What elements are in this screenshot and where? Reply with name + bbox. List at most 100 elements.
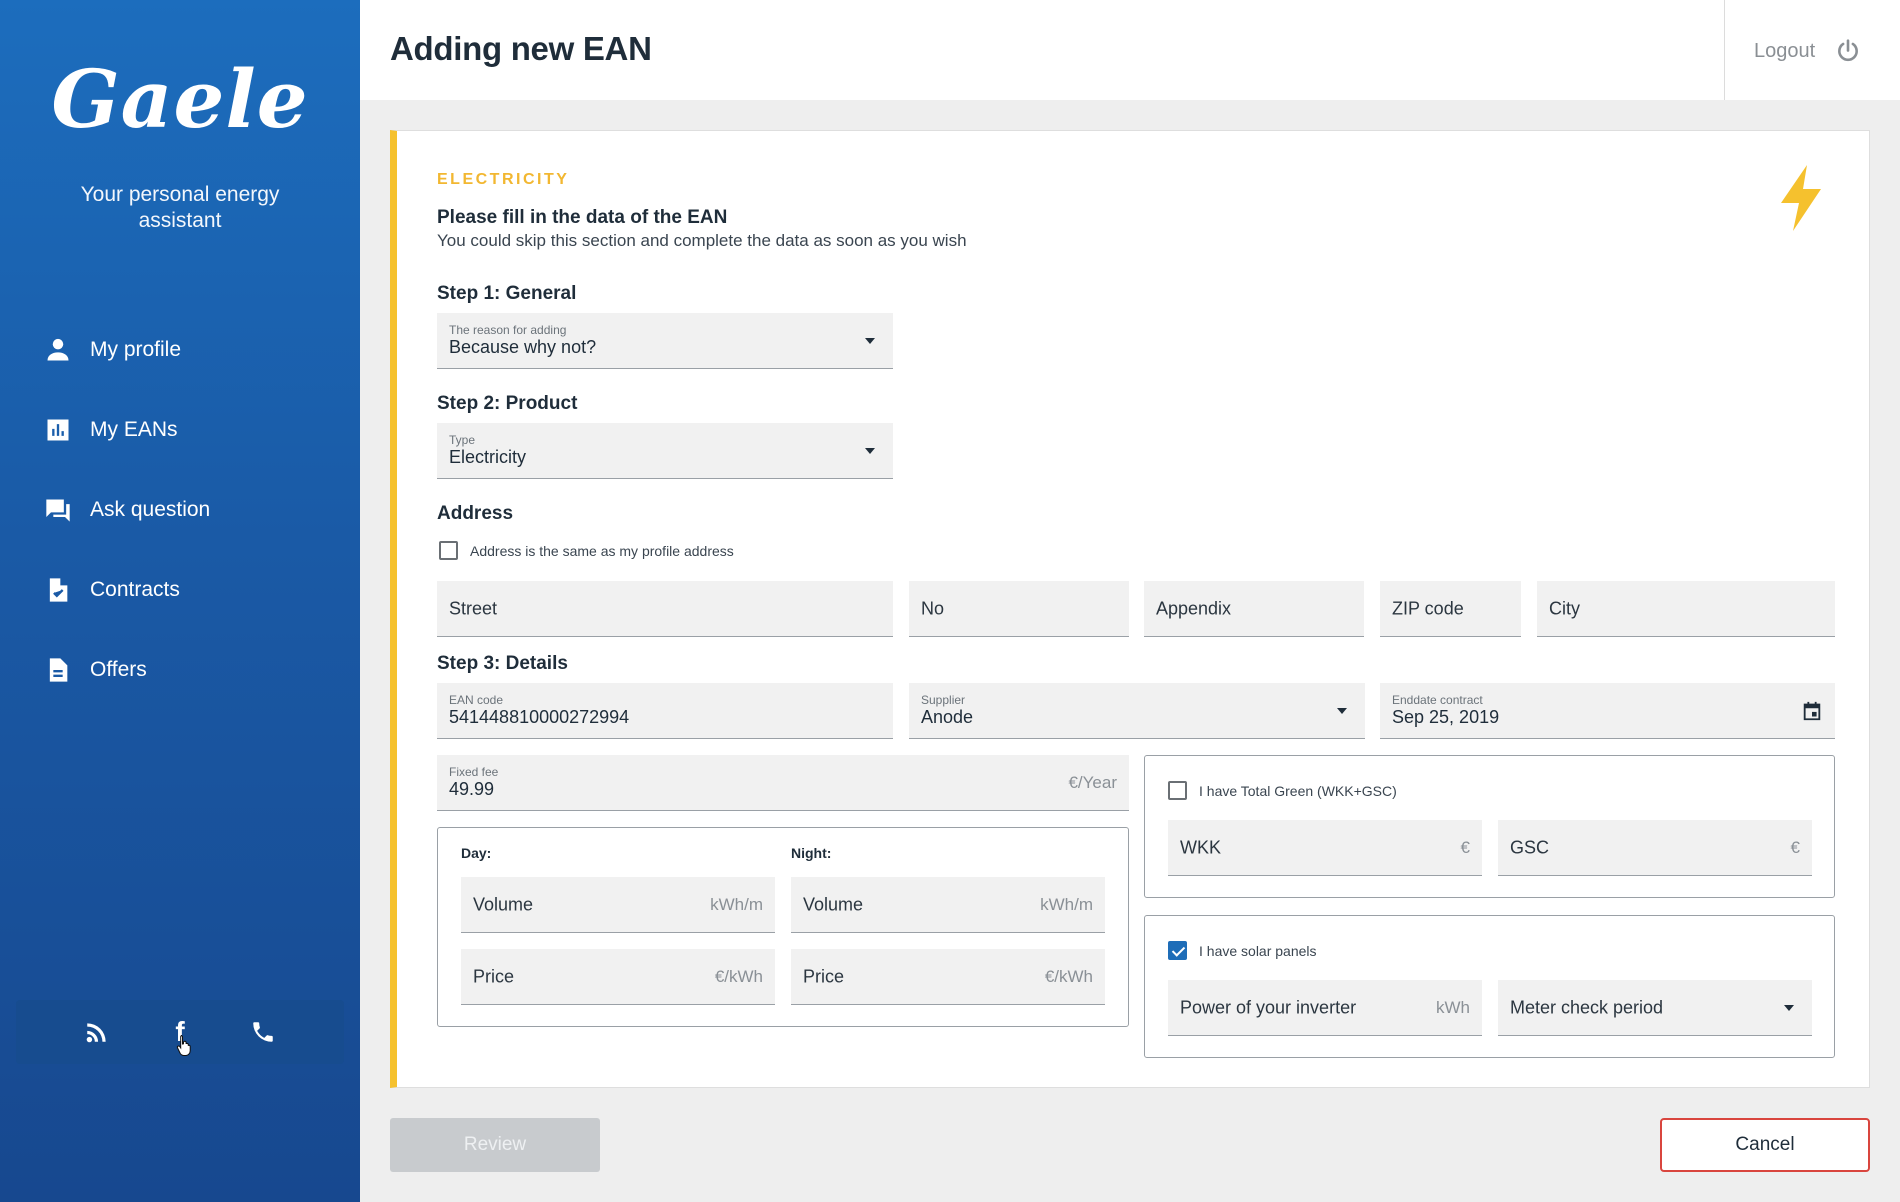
power-icon (1838, 39, 1859, 62)
supplier-label: Supplier (921, 693, 966, 707)
document-icon (49, 658, 68, 682)
sidebar-item-label: My profile (90, 338, 182, 361)
appendix-input[interactable]: Appendix (1144, 581, 1364, 637)
rss-icon (87, 1023, 106, 1043)
dropdown-caret-icon (1337, 707, 1347, 714)
sidebar-item-my-profile[interactable]: My profile (0, 330, 360, 370)
chat-icon (46, 499, 70, 522)
euro-unit: € (1460, 837, 1470, 857)
number-placeholder: No (921, 598, 945, 618)
price-placeholder: Price (473, 966, 515, 986)
same-address-checkbox[interactable]: Address is the same as my profile addres… (439, 541, 734, 560)
enddate-input[interactable]: Enddate contract Sep 25, 2019 (1380, 683, 1835, 739)
total-green-checkbox[interactable]: I have Total Green (WKK+GSC) (1168, 781, 1397, 800)
day-night-group: Day: Night: Volume kWh/m Volume kWh/m Pr… (437, 827, 1129, 1027)
step1-title: Step 1: General (437, 283, 577, 304)
dropdown-caret-icon (865, 447, 875, 454)
phone-link[interactable] (246, 1015, 280, 1049)
rss-link[interactable] (80, 1015, 114, 1049)
calendar-icon[interactable] (1801, 700, 1823, 722)
fixed-fee-value: 49.99 (449, 779, 495, 799)
checkbox-box (439, 541, 458, 560)
day-volume-input[interactable]: Volume kWh/m (461, 877, 775, 933)
solar-panels-checkbox[interactable]: I have solar panels (1168, 941, 1317, 960)
person-icon (47, 338, 69, 361)
checkbox-box-checked (1168, 941, 1187, 960)
inverter-power-input[interactable]: Power of your inverter kWh (1168, 980, 1482, 1036)
logout-label: Logout (1754, 39, 1816, 62)
inverter-placeholder: Power of your inverter (1180, 997, 1357, 1017)
street-placeholder: Street (449, 598, 498, 618)
type-label: Type (449, 433, 476, 447)
fixed-fee-unit: €/Year (1068, 772, 1117, 792)
night-volume-input[interactable]: Volume kWh/m (791, 877, 1105, 933)
phone-icon (252, 1022, 273, 1042)
sidebar-item-offers[interactable]: Offers (0, 650, 360, 690)
step3-title: Step 3: Details (437, 653, 568, 674)
sidebar-item-label: Ask question (90, 498, 211, 521)
section-label: ELECTRICITY (437, 171, 570, 188)
meter-check-placeholder: Meter check period (1510, 997, 1664, 1017)
day-label: Day: (461, 845, 492, 861)
ean-form-card: ELECTRICITY Please fill in the data of t… (390, 130, 1870, 1088)
city-input[interactable]: City (1537, 581, 1835, 637)
number-input[interactable]: No (909, 581, 1129, 637)
sidebar-item-label: Contracts (90, 578, 180, 601)
night-label: Night: (791, 845, 832, 861)
step2-title: Step 2: Product (437, 393, 578, 414)
wkk-placeholder: WKK (1180, 837, 1222, 857)
sidebar-item-my-eans[interactable]: My EANs (0, 410, 360, 450)
zip-input[interactable]: ZIP code (1380, 581, 1521, 637)
solar-panels-label: I have solar panels (1199, 942, 1317, 959)
document-check-icon (49, 578, 68, 602)
night-price-input[interactable]: Price €/kWh (791, 949, 1105, 1005)
dropdown-caret-icon (1784, 1004, 1794, 1011)
same-address-label: Address is the same as my profile addres… (470, 542, 734, 559)
review-button[interactable]: Review (390, 1118, 600, 1172)
type-value: Electricity (449, 447, 527, 467)
sidebar-item-ask-question[interactable]: Ask question (0, 490, 360, 530)
volume-unit: kWh/m (1040, 894, 1093, 914)
ean-code-input[interactable]: EAN code 541448810000272994 (437, 683, 893, 739)
price-unit: €/kWh (714, 966, 763, 986)
reason-select[interactable]: The reason for adding Because why not? (437, 313, 893, 369)
supplier-value: Anode (921, 707, 974, 727)
reason-label: The reason for adding (449, 323, 567, 337)
ean-code-label: EAN code (449, 693, 504, 707)
meter-check-period-select[interactable]: Meter check period (1498, 980, 1812, 1036)
price-unit: €/kWh (1044, 966, 1093, 986)
cancel-button[interactable]: Cancel (1660, 1118, 1870, 1172)
sidebar-item-label: Offers (90, 658, 147, 681)
fixed-fee-input[interactable]: Fixed fee 49.99 €/Year (437, 755, 1129, 811)
reason-value: Because why not? (449, 337, 597, 357)
bar-chart-icon (47, 419, 69, 441)
form-intro-title: Please fill in the data of the EAN (437, 207, 728, 228)
header-divider (1724, 0, 1725, 100)
logout-button[interactable]: Logout (1754, 38, 1861, 64)
type-select[interactable]: Type Electricity (437, 423, 893, 479)
gsc-input[interactable]: GSC € (1498, 820, 1812, 876)
wkk-input[interactable]: WKK € (1168, 820, 1482, 876)
city-placeholder: City (1549, 598, 1580, 618)
day-price-input[interactable]: Price €/kWh (461, 949, 775, 1005)
form-intro-subtitle: You could skip this section and complete… (437, 231, 967, 250)
enddate-label: Enddate contract (1392, 693, 1483, 707)
supplier-select[interactable]: Supplier Anode (909, 683, 1365, 739)
volume-unit: kWh/m (710, 894, 763, 914)
page-title: Adding new EAN (390, 30, 652, 67)
sidebar-item-contracts[interactable]: Contracts (0, 570, 360, 610)
dropdown-caret-icon (865, 337, 875, 344)
enddate-value: Sep 25, 2019 (1392, 707, 1500, 727)
ean-code-value: 541448810000272994 (449, 707, 630, 727)
euro-unit: € (1790, 837, 1800, 857)
tagline: Your personal energy assistant (80, 183, 280, 232)
fixed-fee-label: Fixed fee (449, 765, 499, 779)
checkbox-box (1168, 781, 1187, 800)
app-logo: Gaele (51, 52, 309, 146)
volume-placeholder: Volume (803, 894, 864, 914)
appendix-placeholder: Appendix (1156, 598, 1232, 618)
top-header: Adding new EAN Logout (360, 0, 1900, 100)
hand-cursor-icon (176, 1035, 191, 1056)
street-input[interactable]: Street (437, 581, 893, 637)
sidebar-nav: My profile My EANs Ask question Contract… (0, 330, 360, 730)
